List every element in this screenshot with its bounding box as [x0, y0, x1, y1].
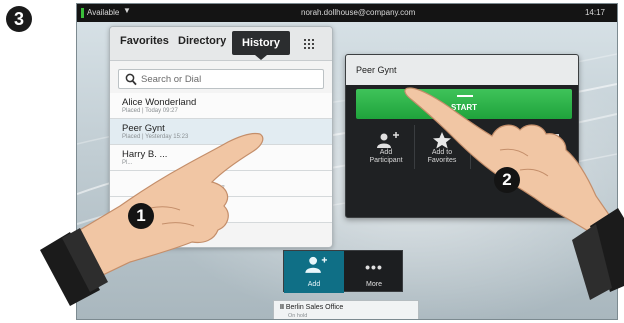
action-divider: [414, 125, 415, 169]
history-item-detail: Placed | Yesterday 15:23: [122, 134, 189, 140]
bottom-call-bar: Add ••• More: [283, 250, 404, 293]
add-to-favorites-label-1: Add to: [431, 149, 453, 156]
active-tab-pointer: [255, 55, 267, 60]
search-input[interactable]: Search or Dial: [118, 69, 324, 89]
availability-indicator: [81, 8, 84, 18]
contacts-tabs: Favorites Directory History: [110, 27, 332, 61]
history-item-detail: ...4:57: [208, 186, 225, 192]
user-email: norah.dollhouse@company.com: [301, 8, 416, 17]
add-button-label: Add: [307, 281, 321, 288]
star-icon: [433, 132, 451, 149]
history-item-detail: Placed | Today 09:27: [122, 108, 178, 114]
start-call-button[interactable]: START: [356, 89, 572, 119]
start-call-label: START: [450, 103, 478, 112]
start-call-icon: [457, 95, 473, 97]
history-item-name: Alice Wonderland: [122, 97, 197, 108]
status-bar: Available ▼ norah.dollhouse@company.com …: [77, 4, 617, 22]
history-item-peer-gynt[interactable]: Peer Gynt Placed | Yesterday 15:23: [110, 119, 332, 145]
update-contact-label-2: ...ll: [545, 157, 555, 164]
availability-dropdown-icon[interactable]: ▼: [123, 6, 131, 15]
update-contact-button[interactable]: ...date ...ll: [524, 125, 576, 175]
history-item-alice[interactable]: Alice Wonderland Placed | Today 09:27: [110, 93, 332, 119]
add-to-favorites-label-2: Favorites: [427, 157, 457, 164]
add-button[interactable]: Add: [284, 251, 344, 293]
tab-history[interactable]: History: [232, 31, 290, 55]
history-item-harry[interactable]: Harry B. ... Pl...: [110, 145, 332, 171]
held-call-status: On hold: [288, 313, 308, 319]
keypad-grid-icon[interactable]: [304, 39, 314, 49]
add-to-favorites-button[interactable]: Add to Favorites: [416, 125, 468, 175]
marker-two: 2: [494, 167, 520, 193]
held-call-name-text: Berlin Sales Office: [285, 304, 344, 311]
clock: 14:17: [584, 8, 605, 17]
add-participant-label-1: Add: [379, 149, 393, 156]
step-number-badge: 3: [6, 6, 32, 32]
more-button-label: More: [366, 281, 382, 288]
contact-name: Peer Gynt: [356, 65, 397, 75]
update-contact-label-1: ...date: [540, 149, 560, 156]
add-person-icon: [305, 256, 327, 273]
contact-card-header: Peer Gynt: [346, 55, 578, 85]
more-button[interactable]: ••• More: [344, 251, 404, 293]
availability-status[interactable]: Available: [87, 8, 119, 17]
add-participant-button[interactable]: Add Participant: [360, 125, 412, 175]
marker-one: 1: [128, 203, 154, 229]
contact-card: Peer Gynt START Add Participant Add to F…: [345, 54, 579, 218]
search-icon: [125, 73, 137, 86]
held-call-strip[interactable]: II Berlin Sales Office On hold: [273, 300, 419, 319]
add-participant-label-2: Participant: [369, 157, 403, 164]
history-item-detail: Pl...: [122, 160, 133, 166]
tab-directory[interactable]: Directory: [178, 35, 226, 47]
tab-favorites[interactable]: Favorites: [120, 35, 169, 47]
menu-icon: [541, 134, 559, 146]
history-item-4[interactable]: ...4:57: [110, 171, 332, 197]
history-item-name: Harry B. ...: [122, 149, 168, 160]
search-placeholder: Search or Dial: [141, 74, 202, 85]
history-item-name: Peer Gynt: [122, 123, 165, 134]
touch-panel-screen: Available ▼ norah.dollhouse@company.com …: [76, 3, 618, 320]
more-dots-icon: •••: [365, 259, 383, 275]
held-call-name: II Berlin Sales Office: [280, 304, 343, 311]
add-participant-icon: [377, 132, 399, 148]
action-divider: [470, 125, 471, 169]
